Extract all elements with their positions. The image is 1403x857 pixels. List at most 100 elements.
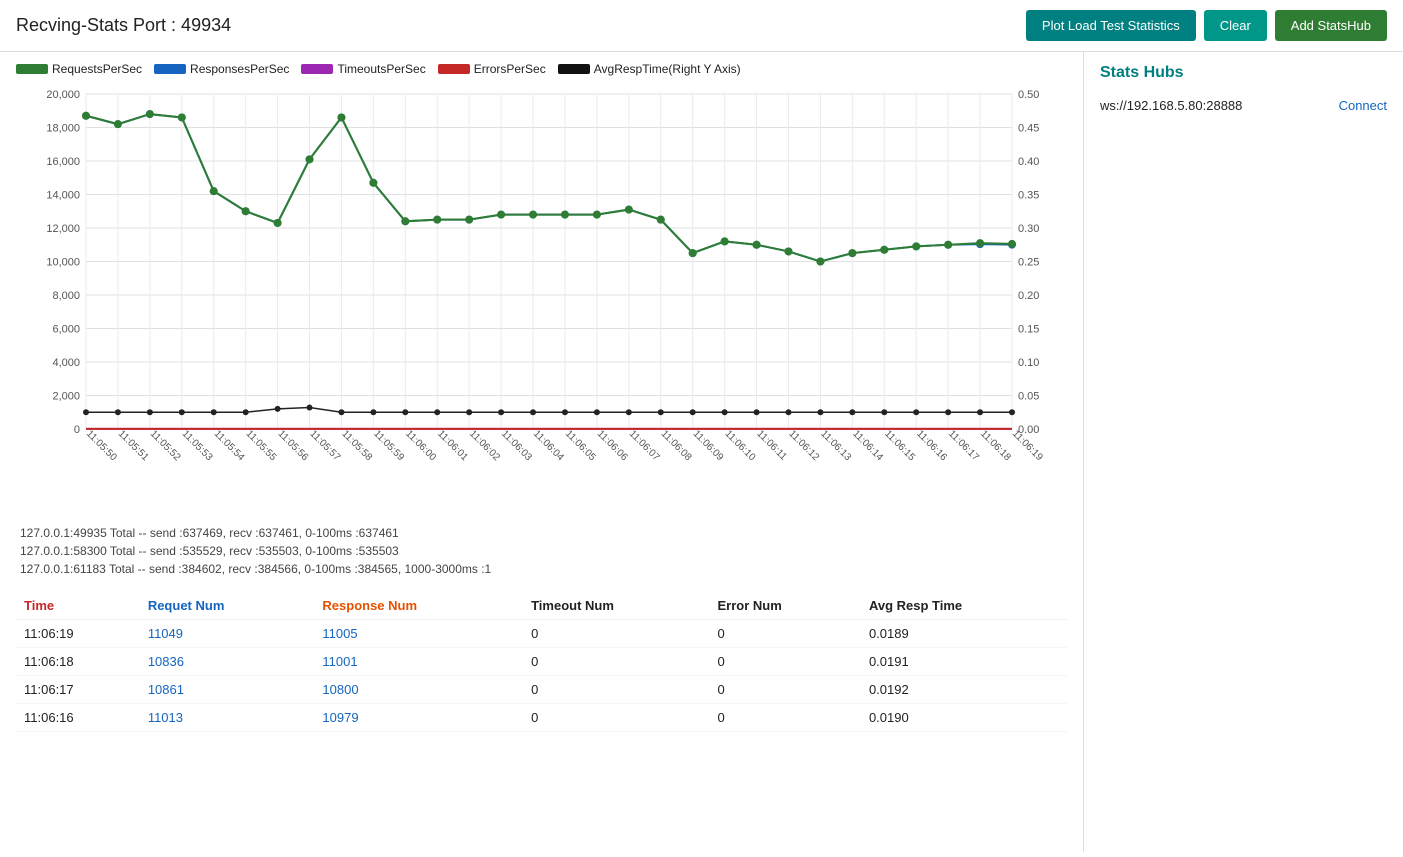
td-avg: 0.0192 xyxy=(861,676,1067,704)
td-timeout: 0 xyxy=(523,676,709,704)
chart-container: 0 2,000 4,000 6,000 8,000 10,000 12,000 14,000 1… xyxy=(16,84,1067,514)
table-header-row: Time Requet Num Response Num Timeout Num… xyxy=(16,592,1067,620)
avgresp-color xyxy=(558,64,590,74)
td-resp: 11001 xyxy=(314,648,523,676)
th-avg: Avg Resp Time xyxy=(861,592,1067,620)
stats-table: Time Requet Num Response Num Timeout Num… xyxy=(16,592,1067,732)
svg-text:11:06:13: 11:06:13 xyxy=(818,428,853,463)
svg-text:11:05:53: 11:05:53 xyxy=(180,428,215,463)
legend-timeouts: TimeoutsPerSec xyxy=(301,62,425,76)
stats-line-3: 127.0.0.1:61183 Total -- send :384602, r… xyxy=(16,562,1067,576)
svg-text:0.35: 0.35 xyxy=(1018,190,1039,202)
svg-text:11:06:11: 11:06:11 xyxy=(754,428,789,463)
chart-svg: 0 2,000 4,000 6,000 8,000 10,000 12,000 14,000 1… xyxy=(16,84,1067,514)
table-row: 11:06:19 11049 11005 0 0 0.0189 xyxy=(16,620,1067,648)
td-time: 11:06:17 xyxy=(16,676,140,704)
svg-text:11:05:54: 11:05:54 xyxy=(212,428,247,463)
svg-text:11:05:55: 11:05:55 xyxy=(244,428,279,463)
td-error: 0 xyxy=(710,620,861,648)
td-avg: 0.0190 xyxy=(861,704,1067,732)
th-req: Requet Num xyxy=(140,592,315,620)
svg-text:11:06:09: 11:06:09 xyxy=(691,428,726,463)
th-error: Error Num xyxy=(710,592,861,620)
stats-line-1: 127.0.0.1:49935 Total -- send :637469, r… xyxy=(16,526,1067,540)
legend-responses-label: ResponsesPerSec xyxy=(190,62,289,76)
stats-table-area: Time Requet Num Response Num Timeout Num… xyxy=(16,592,1067,732)
td-resp: 10800 xyxy=(314,676,523,704)
clear-button[interactable]: Clear xyxy=(1204,10,1267,41)
td-req: 10836 xyxy=(140,648,315,676)
svg-text:11:06:01: 11:06:01 xyxy=(435,428,470,463)
td-req: 11013 xyxy=(140,704,315,732)
svg-text:11:05:56: 11:05:56 xyxy=(275,428,310,463)
svg-text:6,000: 6,000 xyxy=(52,324,80,336)
td-time: 11:06:19 xyxy=(16,620,140,648)
svg-text:0.20: 0.20 xyxy=(1018,290,1039,302)
legend-avgresp-label: AvgRespTime(Right Y Axis) xyxy=(594,62,741,76)
svg-text:0.45: 0.45 xyxy=(1018,123,1039,135)
th-timeout: Timeout Num xyxy=(523,592,709,620)
svg-text:0.30: 0.30 xyxy=(1018,223,1039,235)
svg-text:11:06:00: 11:06:00 xyxy=(403,428,438,463)
main-layout: RequestsPerSec ResponsesPerSec TimeoutsP… xyxy=(0,52,1403,852)
td-error: 0 xyxy=(710,704,861,732)
td-error: 0 xyxy=(710,648,861,676)
td-avg: 0.0189 xyxy=(861,620,1067,648)
td-time: 11:06:16 xyxy=(16,704,140,732)
svg-text:11:06:15: 11:06:15 xyxy=(882,428,917,463)
legend-errors-label: ErrorsPerSec xyxy=(474,62,546,76)
errors-color xyxy=(438,64,470,74)
svg-text:0: 0 xyxy=(74,424,80,436)
chart-area: RequestsPerSec ResponsesPerSec TimeoutsP… xyxy=(0,52,1083,852)
svg-text:16,000: 16,000 xyxy=(46,156,80,168)
sidebar: Stats Hubs ws://192.168.5.80:28888 Conne… xyxy=(1083,52,1403,852)
svg-text:11:06:10: 11:06:10 xyxy=(722,428,757,463)
svg-text:11:05:51: 11:05:51 xyxy=(116,428,151,463)
svg-text:11:06:07: 11:06:07 xyxy=(627,428,662,463)
plot-button[interactable]: Plot Load Test Statistics xyxy=(1026,10,1196,41)
stats-line-2: 127.0.0.1:58300 Total -- send :535529, r… xyxy=(16,544,1067,558)
svg-text:12,000: 12,000 xyxy=(46,223,80,235)
td-resp: 11005 xyxy=(314,620,523,648)
svg-text:11:06:04: 11:06:04 xyxy=(531,428,566,463)
svg-text:11:06:18: 11:06:18 xyxy=(978,428,1013,463)
legend-timeouts-label: TimeoutsPerSec xyxy=(337,62,425,76)
timeouts-color xyxy=(301,64,333,74)
td-error: 0 xyxy=(710,676,861,704)
legend-requests: RequestsPerSec xyxy=(16,62,142,76)
legend-errors: ErrorsPerSec xyxy=(438,62,546,76)
svg-text:11:06:05: 11:06:05 xyxy=(563,428,598,463)
svg-text:11:06:08: 11:06:08 xyxy=(659,428,694,463)
svg-text:18,000: 18,000 xyxy=(46,123,80,135)
table-row: 11:06:18 10836 11001 0 0 0.0191 xyxy=(16,648,1067,676)
svg-text:14,000: 14,000 xyxy=(46,190,80,202)
svg-text:0.50: 0.50 xyxy=(1018,89,1039,101)
svg-text:11:06:06: 11:06:06 xyxy=(595,428,630,463)
add-statshub-button[interactable]: Add StatsHub xyxy=(1275,10,1387,41)
svg-text:11:05:52: 11:05:52 xyxy=(148,428,183,463)
td-timeout: 0 xyxy=(523,620,709,648)
svg-text:10,000: 10,000 xyxy=(46,257,80,269)
sidebar-title: Stats Hubs xyxy=(1100,64,1387,82)
svg-text:11:06:03: 11:06:03 xyxy=(499,428,534,463)
svg-text:2,000: 2,000 xyxy=(52,391,80,403)
legend-avgresp: AvgRespTime(Right Y Axis) xyxy=(558,62,741,76)
legend: RequestsPerSec ResponsesPerSec TimeoutsP… xyxy=(16,62,1067,76)
svg-text:11:05:50: 11:05:50 xyxy=(84,428,119,463)
table-row: 11:06:16 11013 10979 0 0 0.0190 xyxy=(16,704,1067,732)
connect-link[interactable]: Connect xyxy=(1339,98,1387,113)
responses-color xyxy=(154,64,186,74)
svg-text:11:06:02: 11:06:02 xyxy=(467,428,502,463)
header: Recving-Stats Port : 49934 Plot Load Tes… xyxy=(0,0,1403,52)
svg-text:4,000: 4,000 xyxy=(52,357,80,369)
hub-url: ws://192.168.5.80:28888 xyxy=(1100,98,1242,113)
td-timeout: 0 xyxy=(523,704,709,732)
svg-text:11:05:59: 11:05:59 xyxy=(371,428,406,463)
svg-text:8,000: 8,000 xyxy=(52,290,80,302)
td-avg: 0.0191 xyxy=(861,648,1067,676)
hub-row: ws://192.168.5.80:28888 Connect xyxy=(1100,98,1387,113)
svg-text:11:06:14: 11:06:14 xyxy=(850,428,885,463)
svg-text:11:05:57: 11:05:57 xyxy=(307,428,342,463)
th-time: Time xyxy=(16,592,140,620)
svg-text:0.40: 0.40 xyxy=(1018,156,1039,168)
